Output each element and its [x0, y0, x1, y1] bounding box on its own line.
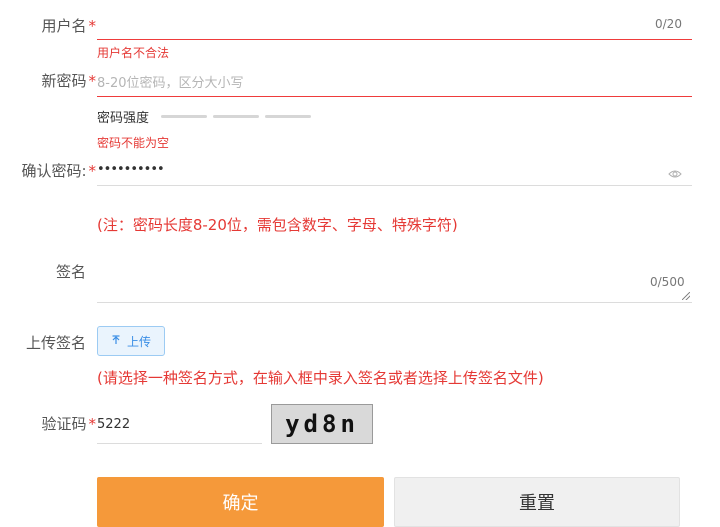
username-error: 用户名不合法	[97, 46, 170, 60]
required-mark: *	[88, 72, 97, 90]
eye-icon[interactable]	[668, 164, 682, 183]
captcha-underline	[97, 443, 262, 444]
signature-label: 签名	[55, 263, 86, 281]
captcha-image-text: yd8n	[285, 410, 359, 438]
resize-handle-icon[interactable]	[682, 292, 690, 300]
reset-button[interactable]: 重置	[394, 477, 680, 527]
new-password-label: 新密码 *	[41, 72, 97, 90]
required-mark: *	[88, 162, 97, 180]
captcha-label: 验证码 *	[41, 415, 97, 433]
required-mark: *	[88, 17, 97, 35]
confirm-password-input[interactable]: ••••••••••	[97, 162, 165, 177]
confirm-button[interactable]: 确定	[97, 477, 384, 527]
new-password-error: 密码不能为空	[97, 136, 170, 150]
strength-bar-strong	[265, 115, 311, 118]
password-rule-note: (注：密码长度8-20位，需包含数字、字母、特殊字符)	[97, 216, 458, 234]
upload-button-label: 上传	[126, 334, 151, 349]
captcha-input[interactable]: 5222	[97, 417, 130, 432]
confirm-password-label: 确认密码: *	[21, 162, 97, 180]
confirm-password-underline	[97, 185, 692, 186]
username-counter: 0/20	[655, 17, 682, 31]
signature-counter: 0/500	[650, 275, 685, 289]
upload-note: (请选择一种签名方式，在输入框中录入签名或者选择上传签名文件)	[97, 369, 544, 387]
upload-icon	[111, 334, 121, 348]
username-label: 用户名 *	[41, 17, 97, 35]
upload-signature-label: 上传签名	[25, 334, 86, 352]
signature-textarea[interactable]	[97, 255, 692, 303]
captcha-image[interactable]: yd8n	[271, 404, 373, 444]
password-strength-label: 密码强度	[97, 111, 150, 126]
required-mark: *	[88, 415, 97, 433]
username-input[interactable]	[97, 10, 692, 40]
strength-bar-medium	[213, 115, 259, 118]
strength-bar-weak	[161, 115, 207, 118]
username-underline	[97, 39, 692, 40]
new-password-underline	[97, 96, 692, 97]
new-password-input[interactable]: 8-20位密码，区分大小写	[97, 72, 244, 91]
upload-button[interactable]: 上传	[97, 326, 165, 356]
